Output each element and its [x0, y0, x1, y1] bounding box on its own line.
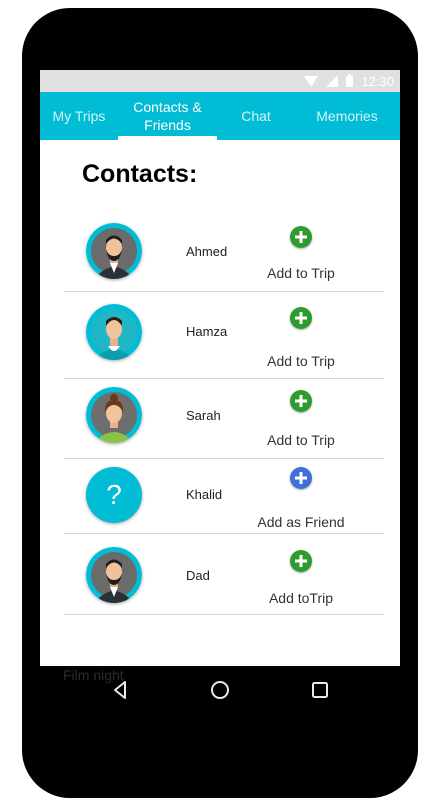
add-to-trip-button[interactable] [290, 307, 312, 329]
unknown-user-question-icon: ? [86, 467, 142, 523]
add-to-trip-label[interactable]: Add toTrip [234, 590, 368, 606]
woman-avatar [86, 387, 142, 443]
contact-name: Khalid [186, 487, 223, 502]
android-nav-bar [40, 666, 400, 716]
recents-icon[interactable] [308, 678, 332, 702]
tab-memories[interactable]: Memories [302, 92, 392, 140]
add-to-trip-label[interactable]: Add to Trip [234, 265, 368, 281]
tab-chat[interactable]: Chat [217, 92, 295, 140]
plus-icon [295, 231, 307, 243]
contact-row-ahmed: Ahmed Add to Trip [64, 210, 384, 292]
battery-icon [346, 73, 354, 87]
page-title: Contacts: [82, 160, 198, 188]
tab-contacts-friends[interactable]: Contacts & Friends [118, 92, 217, 140]
contact-name: Ahmed [186, 244, 228, 259]
home-icon[interactable] [208, 678, 232, 702]
contact-name: Hamza [186, 324, 228, 339]
contact-row-hamza: Hamza Add to Trip [64, 291, 384, 379]
add-to-trip-button[interactable] [290, 390, 312, 412]
plus-icon [295, 555, 307, 567]
status-time: 12:30 [361, 73, 394, 89]
wifi-icon [304, 75, 319, 87]
contact-row-khalid: ? Khalid Add as Friend [64, 458, 384, 534]
app-screen: 12:30 My Trips Contacts & Friends Chat M… [40, 70, 400, 666]
contact-name: Dad [186, 568, 210, 583]
active-tab-indicator [118, 136, 217, 140]
tab-my-trips[interactable]: My Trips [40, 92, 118, 140]
contact-row-dad: Dad Add toTrip [64, 533, 384, 615]
young-man-avatar [86, 304, 142, 360]
man-beard-avatar [86, 223, 142, 279]
tab-bar: My Trips Contacts & Friends Chat Memorie… [40, 92, 400, 140]
contact-name: Sarah [186, 408, 221, 423]
add-to-trip-button[interactable] [290, 550, 312, 572]
add-to-trip-label[interactable]: Add to Trip [234, 353, 368, 369]
man-beard-avatar [86, 547, 142, 603]
plus-icon [295, 395, 307, 407]
plus-icon [295, 472, 307, 484]
contact-row-sarah: Sarah Add to Trip [64, 378, 384, 459]
back-icon[interactable] [108, 678, 132, 702]
add-as-friend-label[interactable]: Add as Friend [234, 514, 368, 530]
add-as-friend-button[interactable] [290, 467, 312, 489]
add-to-trip-button[interactable] [290, 226, 312, 248]
status-bar: 12:30 [40, 70, 400, 92]
add-to-trip-label[interactable]: Add to Trip [234, 432, 368, 448]
plus-icon [295, 312, 307, 324]
signal-icon [326, 75, 339, 87]
